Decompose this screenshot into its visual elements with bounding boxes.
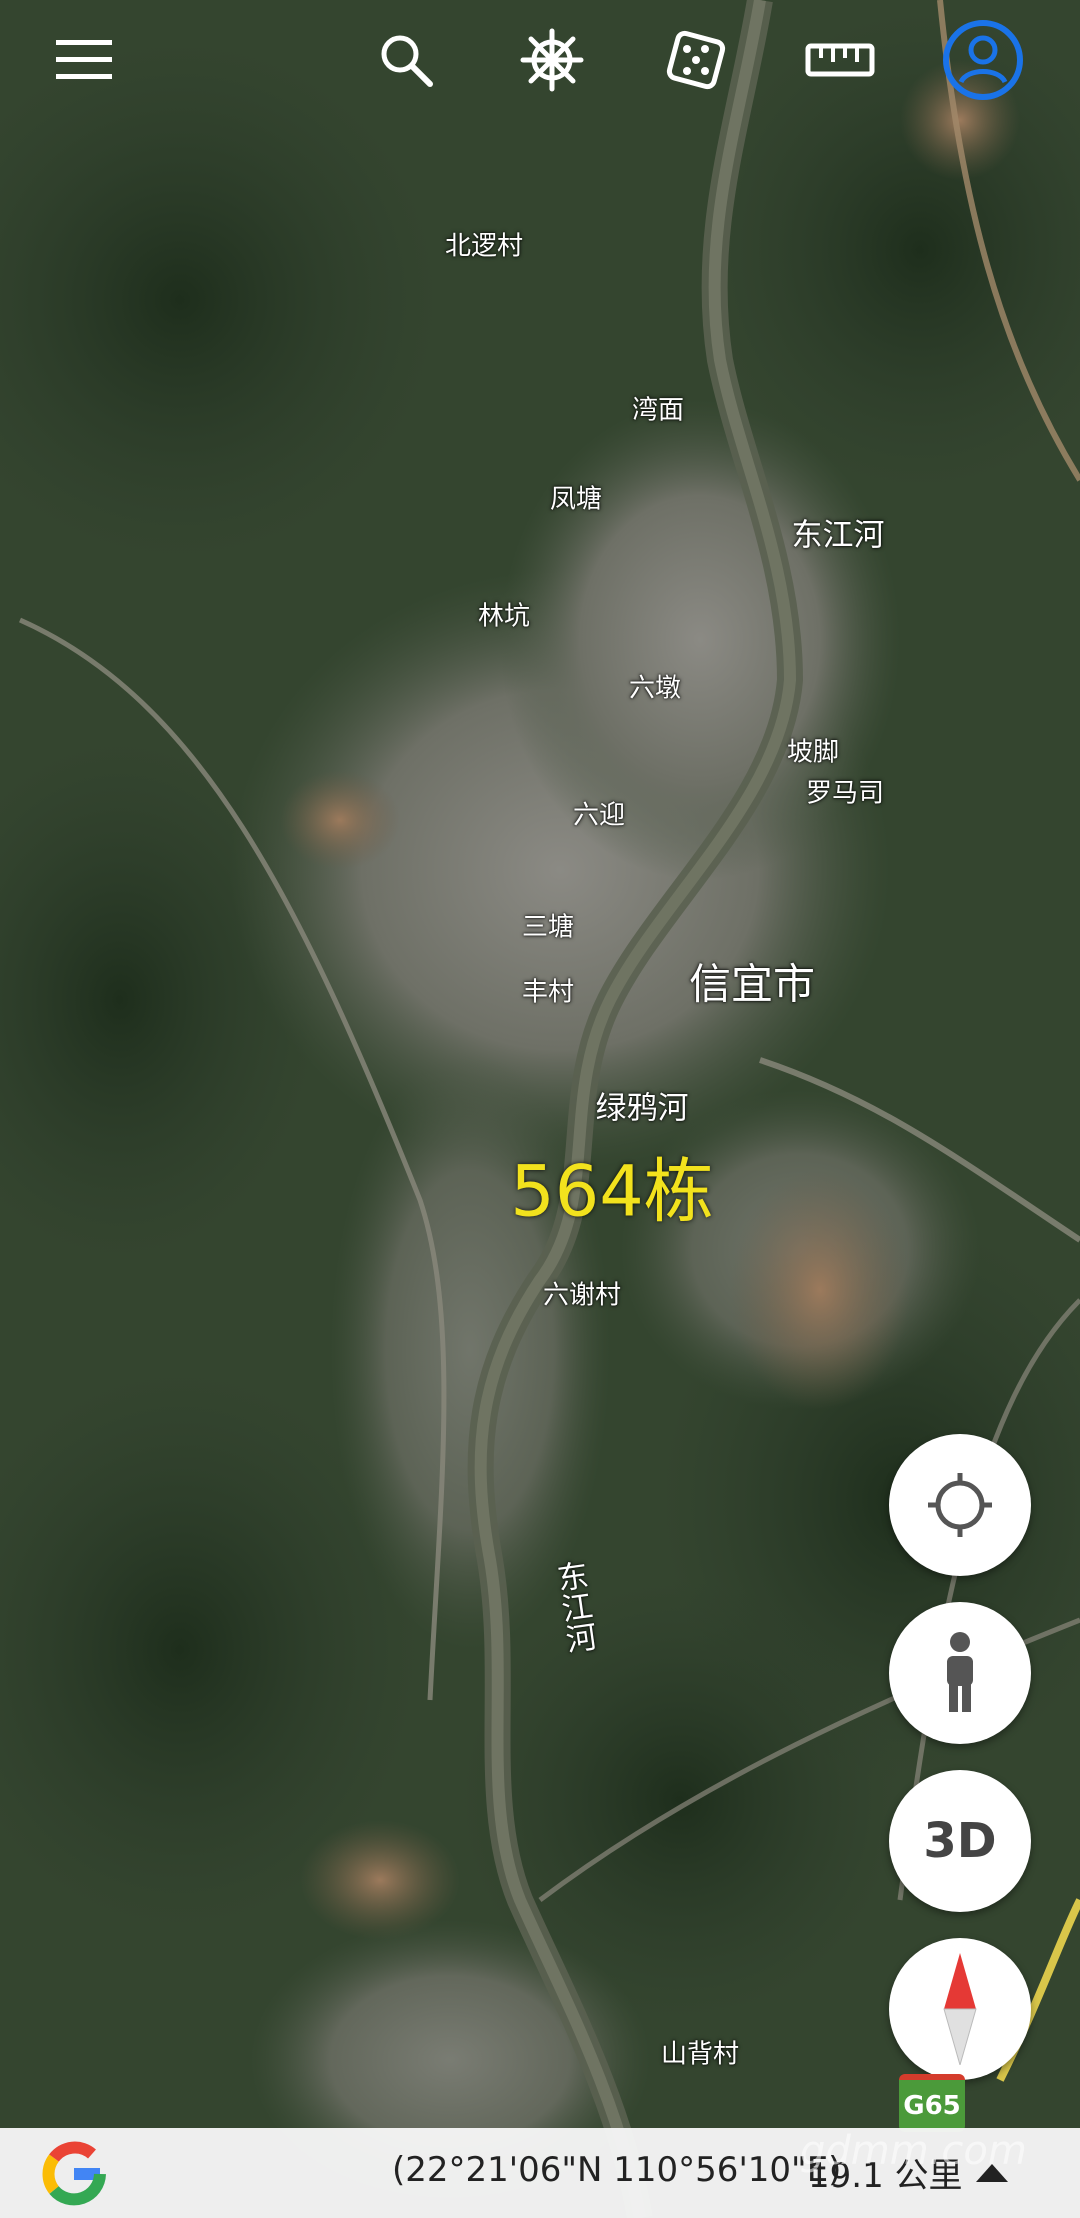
place-label: 六墩	[628, 673, 682, 704]
city-label: 信宜市	[688, 959, 816, 1009]
three-d-button[interactable]: 3D	[889, 1770, 1031, 1912]
compass-button[interactable]	[889, 1938, 1031, 2080]
place-label: 林坑	[477, 601, 531, 632]
menu-icon[interactable]	[38, 14, 130, 106]
watermark: gdmm.com	[800, 2128, 1027, 2174]
crosshair-icon	[928, 1473, 992, 1537]
ruler-icon[interactable]	[794, 14, 886, 106]
google-g-logo	[42, 2141, 106, 2206]
place-label: 三塘	[521, 912, 575, 943]
road-shield: G65	[899, 2074, 965, 2132]
place-label: 罗马司	[805, 778, 885, 809]
place-label: 六迎	[572, 800, 626, 831]
account-icon[interactable]	[937, 14, 1029, 106]
river-label: 绿鸦河	[595, 1090, 689, 1127]
locate-button[interactable]	[889, 1434, 1031, 1576]
place-label: 山背村	[660, 2039, 740, 2070]
coordinates-readout: (22°21'06"N 110°56'10"E)	[392, 2150, 842, 2190]
place-label: 湾面	[631, 395, 685, 426]
pegman-icon	[947, 1632, 973, 1712]
place-label: 六谢村	[542, 1280, 622, 1311]
voyager-wheel-icon[interactable]	[506, 14, 598, 106]
place-label: 北逻村	[444, 231, 524, 262]
compass-icon	[943, 1953, 977, 2065]
three-d-label: 3D	[923, 1813, 997, 1869]
place-label: 丰村	[521, 977, 575, 1008]
search-icon[interactable]	[360, 14, 452, 106]
top-toolbar	[0, 0, 1080, 120]
street-view-button[interactable]	[889, 1602, 1031, 1744]
river-label: 东江河	[791, 517, 885, 554]
place-label: 凤塘	[549, 484, 603, 515]
dice-icon[interactable]	[650, 14, 742, 106]
place-label: 坡脚	[786, 737, 840, 768]
building-count-label: 564栋	[510, 1150, 714, 1233]
